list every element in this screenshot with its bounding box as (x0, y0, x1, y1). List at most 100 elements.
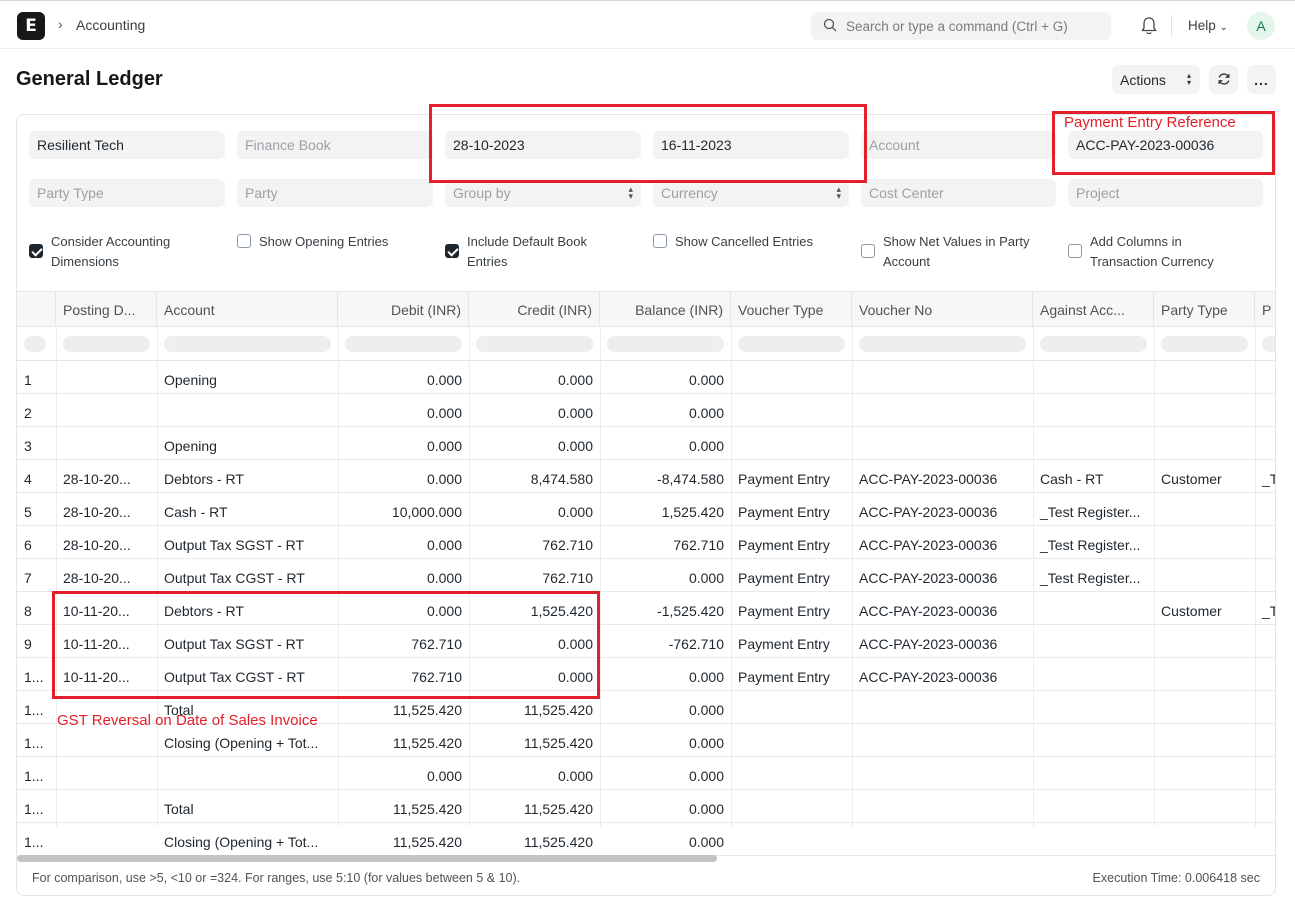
column-header[interactable] (17, 292, 56, 327)
table-cell[interactable] (852, 823, 1033, 855)
table-cell[interactable]: ACC-PAY-2023-00036 (852, 625, 1033, 657)
column-header[interactable]: P (1255, 292, 1275, 327)
company-filter[interactable]: Resilient Tech (29, 131, 225, 159)
table-cell[interactable] (731, 757, 852, 789)
project-filter[interactable]: Project (1068, 179, 1263, 207)
table-row[interactable]: 1... Total 11,525.420 11,525.420 0.000 (17, 790, 1275, 823)
table-cell[interactable]: ACC-PAY-2023-00036 (852, 493, 1033, 525)
table-cell[interactable] (852, 691, 1033, 723)
table-cell[interactable] (1255, 724, 1275, 756)
checkbox-unchecked[interactable] (1068, 244, 1082, 258)
column-filter-input[interactable] (63, 336, 150, 352)
table-cell[interactable]: 0.000 (338, 757, 469, 789)
column-filter-input[interactable] (1262, 336, 1275, 352)
table-cell[interactable] (1033, 691, 1154, 723)
table-cell[interactable]: 11,525.420 (469, 823, 600, 855)
table-cell[interactable]: Debtors - RT (157, 460, 338, 492)
table-cell[interactable]: ACC-PAY-2023-00036 (852, 592, 1033, 624)
table-cell[interactable]: _T (1255, 460, 1275, 492)
table-cell[interactable]: ACC-PAY-2023-00036 (852, 658, 1033, 690)
table-cell[interactable]: 0.000 (338, 460, 469, 492)
table-cell[interactable]: Payment Entry (731, 559, 852, 591)
table-cell[interactable] (1154, 526, 1255, 558)
table-row[interactable]: 6 28-10-20... Output Tax SGST - RT 0.000 762… (17, 526, 1275, 559)
awesomebar[interactable] (811, 12, 1111, 40)
column-filter-input[interactable] (476, 336, 593, 352)
table-cell[interactable]: 0.000 (600, 790, 731, 822)
table-cell[interactable] (1154, 625, 1255, 657)
table-cell[interactable] (1033, 625, 1154, 657)
table-cell[interactable]: 0.000 (600, 724, 731, 756)
column-header[interactable]: Against Acc... (1033, 292, 1154, 327)
column-filter-input[interactable] (607, 336, 724, 352)
checkbox-unchecked[interactable] (861, 244, 875, 258)
currency-select[interactable]: Currency ▴ ▾ (653, 179, 849, 207)
column-header[interactable]: Voucher Type (731, 292, 852, 327)
checkbox-checked[interactable] (29, 244, 43, 258)
search-input[interactable] (846, 12, 1101, 40)
table-cell[interactable]: 0.000 (600, 427, 731, 459)
table-cell[interactable] (1154, 691, 1255, 723)
table-cell[interactable]: Opening (157, 361, 338, 393)
group-by-select[interactable]: Group by ▴ ▾ (445, 179, 641, 207)
table-cell[interactable] (1255, 790, 1275, 822)
table-cell[interactable] (1255, 394, 1275, 426)
table-cell[interactable]: Cash - RT (157, 493, 338, 525)
avatar[interactable]: A (1247, 12, 1275, 40)
table-cell[interactable]: 0.000 (600, 691, 731, 723)
table-cell[interactable]: 11,525.420 (338, 790, 469, 822)
table-cell[interactable] (56, 757, 157, 789)
table-cell[interactable]: Customer (1154, 460, 1255, 492)
column-header[interactable]: Party Type (1154, 292, 1255, 327)
table-row[interactable]: 3 Opening 0.000 0.000 0.000 (17, 427, 1275, 460)
table-cell[interactable]: Customer (1154, 592, 1255, 624)
table-cell[interactable]: -762.710 (600, 625, 731, 657)
table-cell[interactable] (1154, 724, 1255, 756)
table-cell[interactable]: 0.000 (600, 658, 731, 690)
table-cell[interactable] (1154, 559, 1255, 591)
table-cell[interactable] (157, 394, 338, 426)
table-cell[interactable] (1255, 559, 1275, 591)
table-cell[interactable]: 0.000 (338, 526, 469, 558)
table-cell[interactable] (56, 361, 157, 393)
table-cell[interactable]: _T (1255, 592, 1275, 624)
table-cell[interactable]: 0.000 (469, 493, 600, 525)
table-cell[interactable] (731, 823, 852, 855)
table-cell[interactable] (1255, 625, 1275, 657)
cost-center-filter[interactable]: Cost Center (861, 179, 1056, 207)
table-row[interactable]: 4 28-10-20... Debtors - RT 0.000 8,474.580 -8… (17, 460, 1275, 493)
table-cell[interactable]: 0.000 (338, 559, 469, 591)
table-cell[interactable] (1255, 658, 1275, 690)
table-cell[interactable] (1154, 823, 1255, 855)
table-cell[interactable]: 0.000 (338, 361, 469, 393)
table-cell[interactable] (852, 394, 1033, 426)
table-row[interactable]: 1 Opening 0.000 0.000 0.000 (17, 361, 1275, 394)
table-cell[interactable] (731, 394, 852, 426)
table-cell[interactable]: 0.000 (469, 361, 600, 393)
table-cell[interactable]: 0.000 (600, 823, 731, 855)
table-cell[interactable] (852, 724, 1033, 756)
table-cell[interactable]: 10,000.000 (338, 493, 469, 525)
table-cell[interactable]: 0.000 (600, 757, 731, 789)
table-cell[interactable] (1255, 823, 1275, 855)
table-cell[interactable] (1255, 361, 1275, 393)
table-cell[interactable] (731, 724, 852, 756)
table-cell[interactable]: Payment Entry (731, 526, 852, 558)
table-cell[interactable]: Cash - RT (1033, 460, 1154, 492)
table-cell[interactable] (1154, 493, 1255, 525)
table-cell[interactable]: Payment Entry (731, 460, 852, 492)
table-cell[interactable] (1033, 658, 1154, 690)
table-cell[interactable] (1033, 592, 1154, 624)
table-cell[interactable]: Closing (Opening + Tot... (157, 823, 338, 855)
help-dropdown[interactable]: Help ⌄ (1188, 18, 1228, 33)
table-cell[interactable]: -1,525.420 (600, 592, 731, 624)
column-header[interactable]: Account (157, 292, 338, 327)
table-cell[interactable] (731, 361, 852, 393)
table-cell[interactable]: ACC-PAY-2023-00036 (852, 460, 1033, 492)
refresh-button[interactable] (1209, 65, 1238, 94)
table-cell[interactable]: _Test Register... (1033, 526, 1154, 558)
table-cell[interactable]: Total (157, 790, 338, 822)
column-header[interactable]: Balance (INR) (600, 292, 731, 327)
finance-book-filter[interactable]: Finance Book (237, 131, 433, 159)
party-type-filter[interactable]: Party Type (29, 179, 225, 207)
